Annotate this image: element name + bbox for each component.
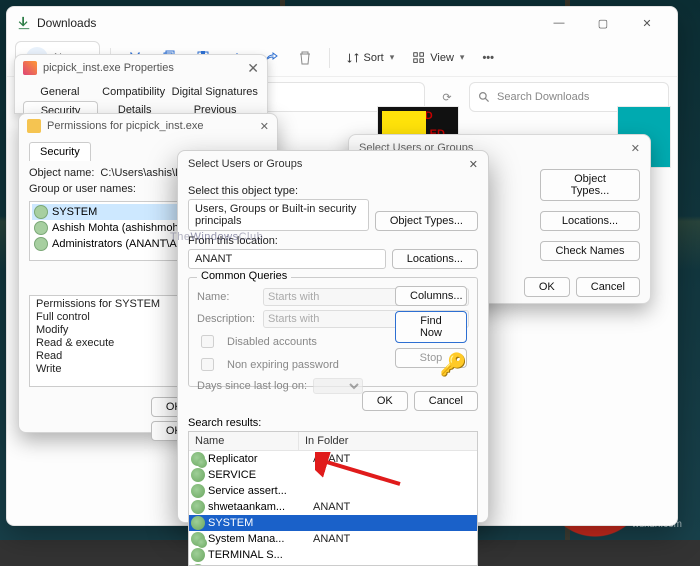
maximize-button[interactable]: ▢ xyxy=(583,9,623,37)
search-placeholder: Search Downloads xyxy=(497,91,589,103)
tab-general[interactable]: General xyxy=(23,83,97,101)
chevron-down-icon: ▾ xyxy=(460,52,465,63)
ok-button[interactable]: OK xyxy=(362,391,408,411)
result-name: SERVICE xyxy=(208,469,313,481)
permissions-titlebar[interactable]: Permissions for picpick_inst.exe ✕ xyxy=(19,114,277,138)
close-icon[interactable]: ✕ xyxy=(631,142,640,155)
cancel-button[interactable]: Cancel xyxy=(414,391,478,411)
permissions-title: Permissions for picpick_inst.exe xyxy=(47,120,204,132)
user-icon xyxy=(34,237,48,251)
ok-button[interactable]: OK xyxy=(524,277,570,297)
result-row[interactable]: ReplicatorANANT xyxy=(189,451,477,467)
select-users-title: Select Users or Groups xyxy=(188,158,302,170)
check-names-button[interactable]: Check Names xyxy=(540,241,640,261)
object-type-value: Users, Groups or Built-in security princ… xyxy=(188,199,369,231)
source-badge: wsxdn.com xyxy=(632,519,682,530)
name-label: Name: xyxy=(197,291,257,303)
result-row[interactable]: SERVICE xyxy=(189,467,477,483)
view-button[interactable]: View ▾ xyxy=(406,47,470,69)
principal-icon xyxy=(191,484,205,498)
properties-window: picpick_inst.exe Properties ✕ General Co… xyxy=(14,54,268,114)
tab-compatibility[interactable]: Compatibility xyxy=(97,83,171,101)
user-icon xyxy=(34,221,48,235)
search-icon xyxy=(478,91,491,104)
days-select[interactable] xyxy=(313,378,363,394)
key-icon: 🔑 xyxy=(440,352,467,378)
locations-button[interactable]: Locations... xyxy=(392,249,478,269)
result-folder: ANANT xyxy=(313,501,475,513)
common-queries-group: Common Queries Columns... Find Now Stop … xyxy=(188,277,478,387)
result-row[interactable]: TERMINAL S... xyxy=(189,547,477,563)
view-label: View xyxy=(430,52,454,64)
close-icon[interactable]: ✕ xyxy=(247,60,259,77)
columns-button[interactable]: Columns... xyxy=(395,286,467,306)
result-name: Replicator xyxy=(208,453,313,465)
col-folder: In Folder xyxy=(299,432,354,450)
result-row[interactable]: Service assert... xyxy=(189,483,477,499)
select-users-window: Select Users or Groups ✕ Select this obj… xyxy=(177,150,489,523)
find-now-button[interactable]: Find Now xyxy=(395,311,467,343)
principal-icon xyxy=(191,452,205,466)
object-types-button[interactable]: Object Types... xyxy=(540,169,640,201)
search-results-table[interactable]: Name In Folder ReplicatorANANTSERVICESer… xyxy=(188,431,478,566)
divider xyxy=(329,48,330,68)
properties-title: picpick_inst.exe Properties xyxy=(43,62,174,74)
description-label: Description: xyxy=(197,313,257,325)
disabled-accounts-label: Disabled accounts xyxy=(227,336,317,348)
sort-label: Sort xyxy=(364,52,384,64)
user-icon xyxy=(34,205,48,219)
more-button[interactable]: ••• xyxy=(476,48,500,68)
minimize-button[interactable]: — xyxy=(539,9,579,37)
col-name: Name xyxy=(189,432,299,450)
location-label: From this location: xyxy=(188,235,478,247)
chevron-down-icon: ▾ xyxy=(390,52,395,63)
object-name-label: Object name: xyxy=(29,167,94,179)
principal-icon xyxy=(191,468,205,482)
cancel-button[interactable]: Cancel xyxy=(576,277,640,297)
result-row[interactable]: System Mana...ANANT xyxy=(189,531,477,547)
download-icon xyxy=(17,16,31,30)
disabled-accounts-checkbox[interactable] xyxy=(201,335,214,348)
sort-button[interactable]: Sort ▾ xyxy=(340,47,401,69)
delete-icon[interactable] xyxy=(291,44,319,72)
principal-icon xyxy=(191,532,205,546)
principal-icon xyxy=(191,548,205,562)
object-types-button[interactable]: Object Types... xyxy=(375,211,478,231)
principal-icon xyxy=(191,516,205,530)
principal-icon xyxy=(191,500,205,514)
result-name: shwetaankam... xyxy=(208,501,313,513)
location-value: ANANT xyxy=(188,249,386,269)
explorer-titlebar[interactable]: Downloads — ▢ ✕ xyxy=(7,7,677,39)
non-expiring-label: Non expiring password xyxy=(227,359,339,371)
result-row[interactable]: SYSTEM xyxy=(189,515,477,531)
non-expiring-checkbox[interactable] xyxy=(201,358,214,371)
result-name: SYSTEM xyxy=(208,517,313,529)
result-folder: ANANT xyxy=(313,453,475,465)
result-folder: ANANT xyxy=(313,533,475,545)
select-users-titlebar[interactable]: Select Users or Groups ✕ xyxy=(178,151,488,177)
result-name: System Mana... xyxy=(208,533,313,545)
close-icon[interactable]: ✕ xyxy=(260,120,269,133)
tab-security[interactable]: Security xyxy=(29,142,91,161)
result-name: Service assert... xyxy=(208,485,313,497)
tab-digital-signatures[interactable]: Digital Signatures xyxy=(171,83,260,101)
search-results-label: Search results: xyxy=(178,417,488,429)
app-icon xyxy=(23,61,37,75)
close-button[interactable]: ✕ xyxy=(627,9,667,37)
result-row[interactable]: shwetaankam...ANANT xyxy=(189,499,477,515)
explorer-title: Downloads xyxy=(37,16,539,30)
object-type-label: Select this object type: xyxy=(188,185,478,197)
close-icon[interactable]: ✕ xyxy=(469,158,478,171)
locations-button[interactable]: Locations... xyxy=(540,211,640,231)
folder-icon xyxy=(27,119,41,133)
common-queries-title: Common Queries xyxy=(197,270,291,282)
result-name: TERMINAL S... xyxy=(208,549,313,561)
properties-titlebar[interactable]: picpick_inst.exe Properties ✕ xyxy=(15,55,267,81)
days-since-label: Days since last log on: xyxy=(197,380,307,392)
table-header: Name In Folder xyxy=(189,432,477,451)
